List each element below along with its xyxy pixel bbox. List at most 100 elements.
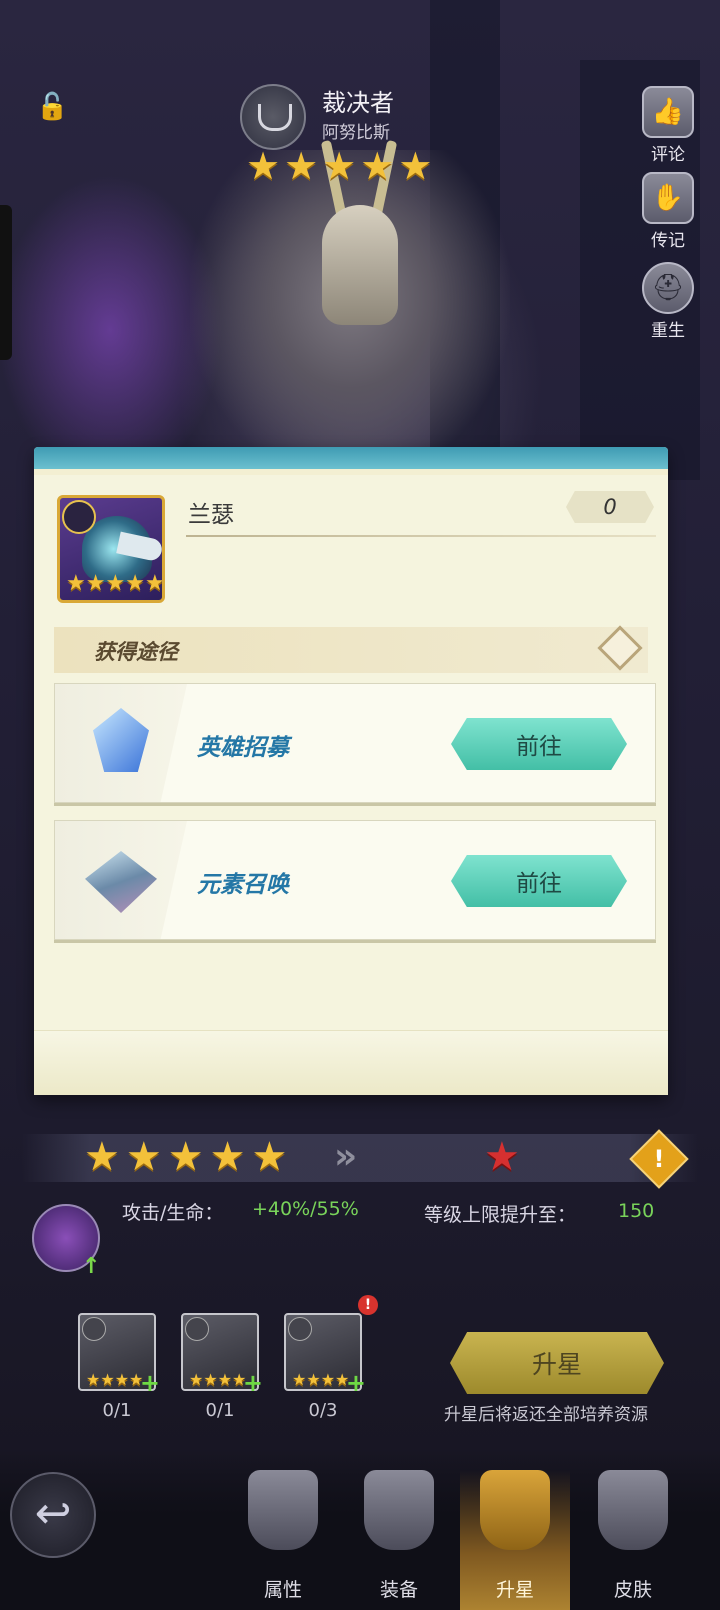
- star-icon: ★: [85, 571, 106, 596]
- star-upgrade-bar: ★ ★ ★ ★ ★ » ★ !: [22, 1129, 698, 1189]
- hero-star-rating: ★ ★ ★ ★ ★: [246, 146, 432, 186]
- source-row-elemental-summon: 元素召唤 前往: [54, 820, 656, 940]
- back-arrow-icon[interactable]: ↩: [10, 1472, 96, 1558]
- knight-helmet-icon: [248, 1470, 318, 1550]
- next-star-icon: ★: [484, 1134, 520, 1180]
- source-label: 英雄招募: [197, 735, 289, 761]
- go-button[interactable]: 前往: [451, 718, 627, 770]
- star-icon: ★: [217, 1370, 233, 1389]
- level-cap-label: 等级上限提升至：: [424, 1204, 577, 1226]
- star-icon: ★: [84, 1134, 120, 1180]
- crystal-recruit-icon: [93, 708, 149, 772]
- item-name: 兰瑟: [188, 502, 234, 528]
- star-icon: ★: [66, 571, 86, 596]
- go-button[interactable]: 前往: [451, 855, 627, 907]
- stat-label: 攻击/生命：: [122, 1202, 224, 1224]
- material-slot-anubis[interactable]: ★ ★ ★ ★ +: [78, 1313, 160, 1397]
- star-icon: ★: [209, 1134, 246, 1180]
- current-star-rating: ★ ★ ★ ★ ★: [84, 1136, 287, 1178]
- star-icon: ★: [144, 571, 165, 596]
- plus-icon: +: [345, 1369, 366, 1397]
- star-shield-icon: [480, 1470, 550, 1550]
- star-icon: ★: [322, 144, 357, 188]
- source-row-hero-recruit: 英雄招募 前往: [54, 683, 656, 803]
- star-icon: ★: [86, 1370, 101, 1389]
- star-icon: ★: [189, 1370, 204, 1389]
- star-icon: ★: [320, 1370, 336, 1389]
- faction-badge-icon: [82, 1317, 106, 1341]
- elemental-book-icon: [85, 851, 157, 913]
- material-slot-hooded-hero[interactable]: ★ ★ ★ ★ +: [181, 1313, 263, 1397]
- star-icon: ★: [284, 144, 319, 188]
- plus-icon: +: [242, 1369, 263, 1397]
- star-icon: ★: [398, 144, 433, 188]
- arrow-up-icon: ↑: [82, 1254, 101, 1279]
- faction-badge-icon: [62, 500, 96, 534]
- side-button-label: 传记: [651, 231, 685, 251]
- star-icon: ★: [292, 1370, 307, 1389]
- nav-label: 属性: [263, 1579, 302, 1601]
- star-icon: ★: [203, 1370, 218, 1389]
- star-icon: ★: [105, 571, 126, 596]
- left-edge-tab[interactable]: [0, 205, 12, 360]
- nav-tab-star-up[interactable]: 升星: [460, 1470, 570, 1610]
- star-icon: ★: [360, 144, 395, 188]
- material-count: 0/1: [205, 1400, 235, 1421]
- item-star-rating: ★ ★ ★ ★ ★: [66, 571, 165, 596]
- thumbs-up-card-icon: 👍: [642, 86, 694, 138]
- popup-footer: [34, 1030, 668, 1095]
- star-icon: ★: [125, 1134, 162, 1180]
- material-star-rating: ★ ★ ★ ★: [86, 1371, 143, 1389]
- popup-header-bar: [34, 447, 668, 475]
- faction-badge-icon: [185, 1317, 209, 1341]
- nav-label: 升星: [495, 1579, 534, 1601]
- section-title: 获得途径: [94, 640, 178, 664]
- material-count: 0/3: [308, 1400, 338, 1421]
- star-icon: ★: [167, 1134, 204, 1180]
- hero-name: 阿努比斯: [322, 123, 390, 143]
- biography-card-icon: ✋: [642, 172, 694, 224]
- source-icon-frame: [55, 821, 187, 939]
- nav-tab-attributes[interactable]: 属性: [228, 1470, 338, 1610]
- faction-badge-icon: [288, 1317, 312, 1341]
- side-button-biography[interactable]: ✋ 传记: [640, 172, 696, 251]
- nav-tab-skins[interactable]: 皮肤: [578, 1470, 688, 1610]
- divider: [186, 535, 656, 537]
- crossed-swords-icon: [364, 1470, 434, 1550]
- rebirth-helmet-icon: ⛑: [642, 262, 694, 314]
- side-button-rebirth[interactable]: ⛑ 重生: [640, 262, 696, 341]
- faction-emblem-icon: [240, 84, 306, 150]
- alert-badge: !: [358, 1295, 378, 1315]
- material-slot-generic-card[interactable]: ★ ★ ★ ★ +: [284, 1313, 366, 1397]
- nav-label: 装备: [379, 1579, 418, 1601]
- star-icon: ★: [100, 1370, 115, 1389]
- armor-skin-icon: [598, 1470, 668, 1550]
- side-button-comments[interactable]: 👍 评论: [640, 86, 696, 165]
- nav-tab-equipment[interactable]: 装备: [344, 1470, 454, 1610]
- star-icon: ★: [125, 571, 145, 596]
- owned-count-badge: 0: [566, 491, 654, 523]
- nav-label: 皮肤: [613, 1579, 652, 1601]
- star-icon: ★: [251, 1134, 288, 1180]
- lock-icon[interactable]: 🔓: [36, 92, 68, 126]
- exclamation-icon: !: [653, 1145, 665, 1173]
- warning-info-button[interactable]: !: [629, 1129, 689, 1189]
- plus-icon: +: [139, 1369, 160, 1397]
- upgrade-note: 升星后将返还全部培养资源: [444, 1405, 648, 1425]
- double-chevron-right-icon: »: [334, 1136, 358, 1177]
- stat-value: +40%/55%: [252, 1198, 359, 1220]
- star-icon: ★: [306, 1370, 321, 1389]
- source-icon-frame: [55, 684, 187, 802]
- diamond-collapse-icon[interactable]: [597, 625, 643, 671]
- material-star-rating: ★ ★ ★ ★: [292, 1371, 349, 1389]
- acquire-section-header: 获得途径: [54, 625, 648, 673]
- star-upgrade-button[interactable]: 升星: [450, 1332, 664, 1394]
- level-cap-value: 150: [618, 1200, 655, 1222]
- source-label: 元素召唤: [197, 872, 289, 898]
- material-star-rating: ★ ★ ★ ★: [189, 1371, 246, 1389]
- star-icon: ★: [246, 144, 281, 188]
- acquire-source-popup: ★ ★ ★ ★ ★ 兰瑟 0 获得途径 英雄招募 前往 元素召唤 前往: [34, 447, 668, 1095]
- hero-class-title: 裁决者: [322, 89, 394, 117]
- item-portrait-card[interactable]: ★ ★ ★ ★ ★: [57, 495, 165, 603]
- side-button-label: 重生: [651, 321, 685, 341]
